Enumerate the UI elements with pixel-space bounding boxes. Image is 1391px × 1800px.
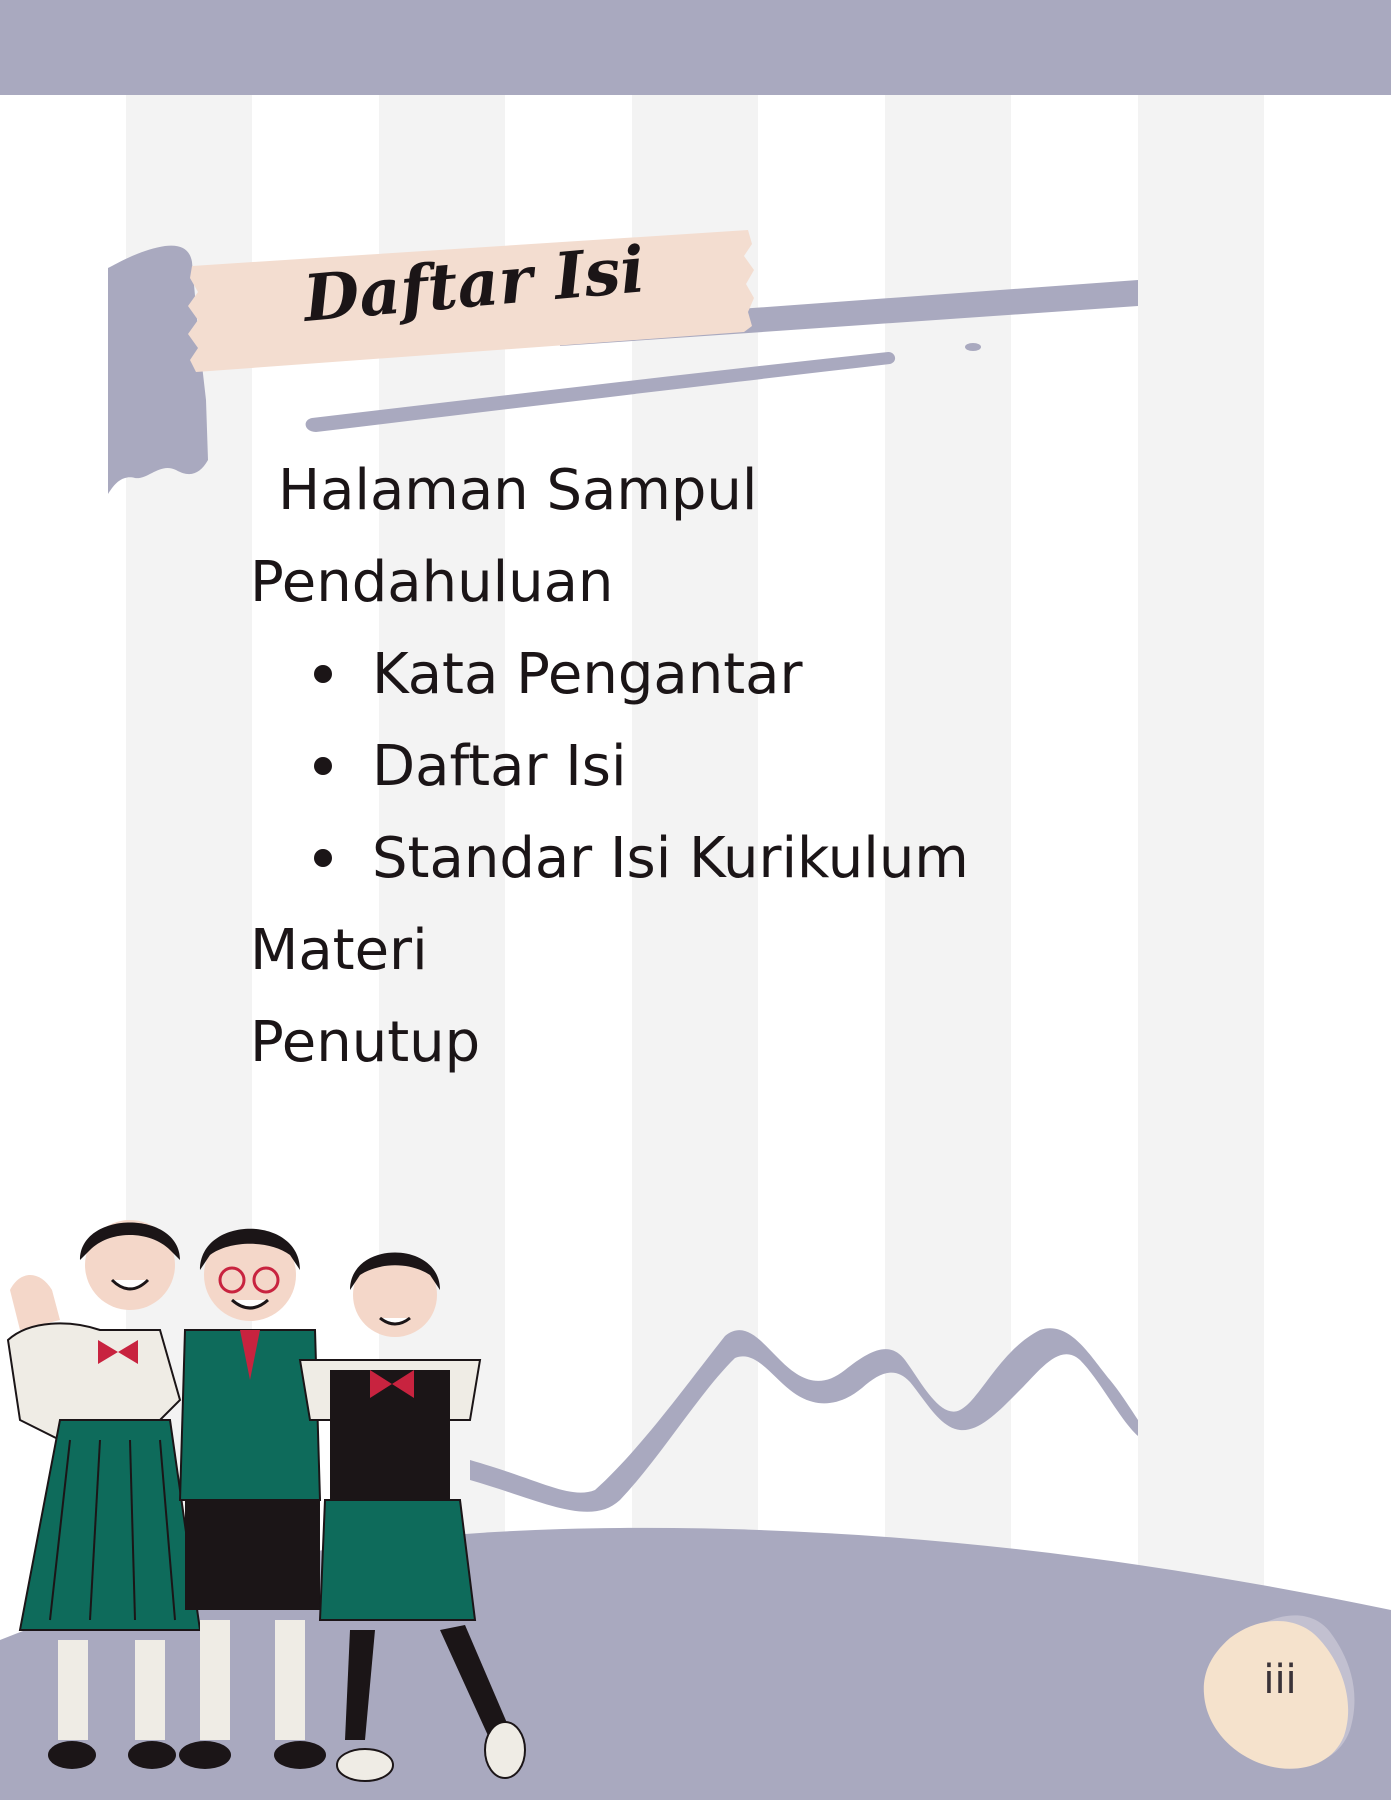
schoolgirl-middle <box>178 1228 326 1769</box>
toc-item-label: Materi <box>250 918 428 983</box>
document-page: Daftar Isi Halaman Sampul Pendahuluan Ka… <box>0 0 1391 1800</box>
bullet-icon <box>314 756 332 775</box>
bullet-icon <box>314 848 332 867</box>
toc-item-label: Penutup <box>250 1010 481 1075</box>
toc-subitem-standar-isi-kurikulum: Standar Isi Kurikulum <box>250 813 1050 905</box>
schoolgirl-left <box>6 1220 202 1769</box>
schoolgirl-right <box>298 1252 526 1782</box>
toc-item-penutup: Penutup <box>250 997 1050 1089</box>
toc-item-halaman-sampul: Halaman Sampul <box>250 445 1050 537</box>
toc-subitem-kata-pengantar: Kata Pengantar <box>250 629 1050 721</box>
toc-item-label: Pendahuluan <box>250 550 614 615</box>
table-of-contents: Halaman Sampul Pendahuluan Kata Penganta… <box>250 445 1050 1089</box>
toc-subitem-daftar-isi: Daftar Isi <box>250 721 1050 813</box>
toc-item-label: Daftar Isi <box>372 734 627 799</box>
toc-item-label: Halaman Sampul <box>278 458 758 523</box>
toc-item-materi: Materi <box>250 905 1050 997</box>
toc-item-label: Standar Isi Kurikulum <box>372 826 969 891</box>
bullet-icon <box>314 664 332 683</box>
toc-item-label: Kata Pengantar <box>372 642 803 707</box>
toc-item-pendahuluan: Pendahuluan <box>250 537 1050 629</box>
page-number: iii <box>1263 1657 1297 1703</box>
